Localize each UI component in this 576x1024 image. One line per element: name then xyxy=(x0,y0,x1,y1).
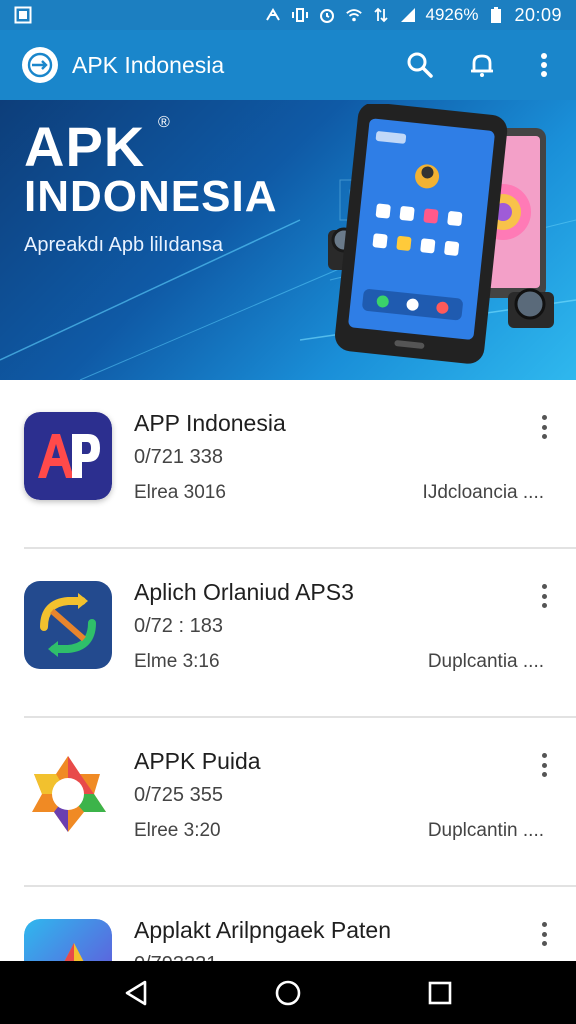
item-more-icon[interactable] xyxy=(534,581,554,611)
home-icon[interactable] xyxy=(268,973,308,1013)
banner-title-secondary: INDONESIA xyxy=(24,172,278,221)
registered-mark: ® xyxy=(158,114,170,131)
search-icon[interactable] xyxy=(404,49,436,81)
app-category: Duplcantia .... xyxy=(427,651,544,672)
app-meta: Elme 3:16 xyxy=(134,651,220,672)
app-title: Aplich Orlaniud APS3 xyxy=(134,579,354,605)
item-more-icon[interactable] xyxy=(534,750,554,780)
notification-icon[interactable] xyxy=(466,49,498,81)
play-triangle-icon xyxy=(24,919,112,961)
ap-logo-icon xyxy=(24,412,112,500)
app-code: 0/725 355 xyxy=(134,784,223,806)
app-code: 0/793331 xyxy=(134,953,217,961)
wifi-icon xyxy=(345,6,363,24)
data-icon xyxy=(372,6,390,24)
battery-icon xyxy=(487,6,505,24)
app-list: APP Indonesia 0/721 338 Elrea 3016 IJdcl… xyxy=(0,380,576,961)
signal-icon xyxy=(264,6,282,24)
app-meta: Elree 3:20 xyxy=(134,820,221,841)
screenshot-icon xyxy=(14,6,32,24)
recents-icon[interactable] xyxy=(420,973,460,1013)
app-title: APK Indonesia xyxy=(72,51,225,78)
flower-logo-icon xyxy=(24,750,112,838)
battery-percentage: 4926% xyxy=(425,5,479,24)
item-more-icon[interactable] xyxy=(534,412,554,442)
list-item[interactable]: Aplich Orlaniud APS3 0/72 : 183 Elme 3:1… xyxy=(0,549,576,718)
more-vert-icon[interactable] xyxy=(528,49,560,81)
app-bar: APK Indonesia xyxy=(0,30,576,100)
item-more-icon[interactable] xyxy=(534,919,554,949)
sync-arrows-icon xyxy=(24,581,112,669)
app-code: 0/72 : 183 xyxy=(134,615,223,637)
app-logo-icon xyxy=(22,47,58,83)
list-item[interactable]: Applakt Arilpngaek Paten 0/793331 xyxy=(0,887,576,961)
list-item[interactable]: APPK Puida 0/725 355 Elree 3:20 Duplcant… xyxy=(0,718,576,887)
status-time: 20:09 xyxy=(514,4,562,25)
app-category: Duplcantin .... xyxy=(427,820,544,841)
banner-subtitle: Apreakdı Apb lilıdansa xyxy=(24,234,224,256)
app-meta: Elrea 3016 xyxy=(134,482,226,503)
app-category: IJdcloancia .... xyxy=(422,482,544,503)
banner-title: APK xyxy=(24,115,146,178)
app-title: APP Indonesia xyxy=(134,410,286,436)
alarm-icon xyxy=(318,6,336,24)
app-title: APPK Puida xyxy=(134,748,261,774)
cell-signal-icon xyxy=(399,6,417,24)
app-code: 0/721 338 xyxy=(134,446,223,468)
back-icon[interactable] xyxy=(116,973,156,1013)
vibrate-icon xyxy=(291,6,309,24)
navigation-bar xyxy=(0,961,576,1024)
promo-banner[interactable]: APK ® INDONESIA Apreakdı Apb lilıdansa xyxy=(0,100,576,380)
phones-illustration xyxy=(328,104,554,364)
list-item[interactable]: APP Indonesia 0/721 338 Elrea 3016 IJdcl… xyxy=(0,380,576,549)
status-bar: 4926% 20:09 xyxy=(0,0,576,30)
app-title: Applakt Arilpngaek Paten xyxy=(134,917,392,943)
